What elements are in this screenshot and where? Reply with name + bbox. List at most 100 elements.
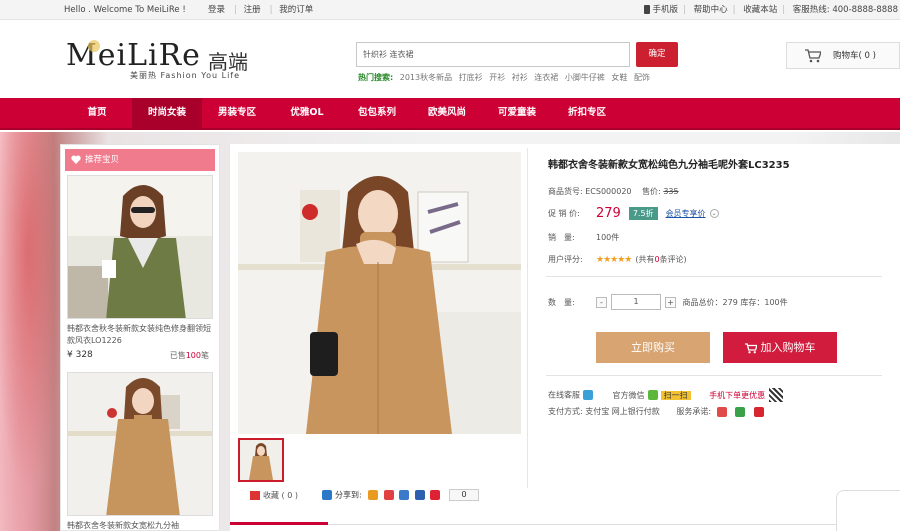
main-nav: 首页 时尚女装 男装专区 优雅OL 包包系列 欧美风尚 可爱童装 折扣专区 — [0, 98, 900, 130]
add-to-cart-button[interactable]: 加入购物车 — [723, 332, 837, 363]
product-thumbnail[interactable] — [67, 372, 213, 516]
product-thumbnail-selected[interactable] — [238, 438, 284, 482]
hot-term[interactable]: 女鞋 — [611, 73, 627, 82]
review-prefix: (共有 — [635, 255, 655, 264]
quantity-row: 数 量: -1 + 商品总价：279 库存：100件 — [548, 294, 788, 310]
nav-item-women[interactable]: 时尚女装 — [132, 98, 202, 128]
sku-label: 商品货号: — [548, 187, 583, 196]
hot-term[interactable]: 开衫 — [489, 73, 505, 82]
cart-icon — [805, 49, 821, 63]
cart-button[interactable]: 购物车( 0 ) — [786, 42, 900, 69]
cart-label: 购物车( 0 ) — [833, 51, 876, 61]
weibo-icon[interactable] — [383, 490, 394, 500]
sidebar-header: 推荐宝贝 — [65, 149, 215, 171]
product-price-row: ¥ 328 已售100笔 — [67, 350, 209, 360]
favorite-label: 收藏 — [263, 491, 279, 500]
mobile-order-link[interactable]: 手机下单更优惠 — [709, 391, 765, 400]
nav-item-men[interactable]: 男装专区 — [202, 98, 272, 128]
my-orders-link[interactable]: 我的订单 — [279, 5, 313, 15]
search-button[interactable]: 确定 — [636, 42, 678, 67]
product-sold: 已售100笔 — [169, 351, 209, 360]
nav-item-europe[interactable]: 欧美风尚 — [412, 98, 482, 128]
product-detail-panel: 收藏 ( 0 ) 分享到: 0 韩都衣舍冬装新款女宽松纯色九分袖毛呢外套LC32… — [229, 144, 900, 531]
qty-label: 数 量: — [548, 297, 575, 307]
qty-minus-button[interactable]: - — [596, 296, 607, 308]
nav-item-discount[interactable]: 折扣专区 — [552, 98, 622, 128]
payment-methods: 支付宝 网上银行付款 — [585, 407, 660, 416]
share-plus-icon[interactable] — [322, 490, 332, 500]
add-to-cart-label: 加入购物车 — [760, 341, 816, 354]
favorite-site-link[interactable]: 收藏本站 — [743, 5, 777, 15]
vip-price-link[interactable]: 会员专享价 — [666, 209, 706, 218]
heart-icon — [71, 155, 81, 164]
logo-main-text: MeiLiRe — [66, 38, 201, 73]
nav-item-home[interactable]: 首页 — [62, 98, 132, 128]
product-main-image[interactable] — [238, 152, 521, 434]
login-link[interactable]: 登录 — [208, 5, 225, 15]
service-label: 服务承诺: — [676, 407, 712, 416]
hot-term[interactable]: 衬衫 — [512, 73, 528, 82]
tab-divider — [328, 524, 900, 525]
product-price: ¥ 328 — [67, 350, 93, 360]
sales-value: 100件 — [596, 233, 620, 242]
authentic-icon — [753, 406, 764, 417]
register-link[interactable]: 注册 — [244, 5, 261, 15]
tencent-weibo-icon[interactable] — [399, 490, 410, 500]
mobile-link[interactable]: 手机版 — [653, 5, 679, 15]
sales-label: 销 量: — [548, 233, 575, 242]
recommend-sidebar: 推荐宝贝 韩都衣舍秋冬装新款女装纯色修身翻领短款风衣LO1226 ¥ 328 已… — [60, 144, 220, 531]
chevron-down-icon[interactable]: ⌄ — [709, 209, 719, 218]
sku-value: ECS000020 — [585, 187, 632, 196]
logo-star-icon — [88, 40, 100, 52]
phone-icon — [643, 5, 650, 14]
product-name[interactable]: 韩都衣舍秋冬装新款女装纯色修身翻领短款风衣LO1226 — [67, 323, 213, 347]
divider — [546, 375, 882, 376]
product-title: 韩都衣舍冬装新款女宽松纯色九分袖毛呢外套LC3235 — [548, 160, 790, 171]
recommend-product-card[interactable]: 韩都衣舍秋冬装新款女装纯色修身翻领短款风衣LO1226 ¥ 328 已售100笔 — [67, 175, 213, 360]
search-input[interactable]: 针织衫 连衣裙 — [356, 42, 630, 67]
divider — [527, 148, 528, 488]
favorite-icon — [250, 491, 260, 500]
product-thumbnail[interactable] — [67, 175, 213, 319]
promo-row: 促 销 价: 279 7.5折 会员专享价 ⌄ — [548, 206, 719, 221]
recommend-product-card[interactable]: 韩都衣舍冬装新款女宽松九分袖 — [67, 372, 213, 531]
online-service-link[interactable]: 在线客服 — [548, 391, 580, 400]
product-name[interactable]: 韩都衣舍冬装新款女宽松九分袖 — [67, 520, 213, 531]
payment-label: 支付方式: — [548, 407, 583, 416]
buy-now-button[interactable]: 立即购买 — [596, 332, 710, 363]
nav-item-bags[interactable]: 包包系列 — [342, 98, 412, 128]
hot-term[interactable]: 小脚牛仔裤 — [565, 73, 605, 82]
nav-item-kids[interactable]: 可爱童装 — [482, 98, 552, 128]
hot-term[interactable]: 2013秋冬新品 — [400, 73, 452, 82]
share-bar: 分享到: 0 — [322, 489, 479, 501]
qzone-icon[interactable] — [368, 490, 379, 500]
header: MeiLiRe 高端 美丽热 Fashion You Life 针织衫 连衣裙 … — [0, 20, 900, 98]
more-share-icon[interactable] — [430, 490, 441, 500]
help-link[interactable]: 帮助中心 — [694, 5, 728, 15]
list-price-label: 售价: — [642, 187, 661, 196]
renren-icon[interactable] — [414, 490, 425, 500]
qr-code-icon[interactable] — [769, 388, 784, 402]
wechat-scan-badge[interactable]: 扫一扫 — [660, 390, 691, 400]
divider — [546, 276, 882, 277]
favorite-button[interactable]: 收藏 ( 0 ) — [250, 490, 298, 501]
wechat-label: 官方微信 — [612, 390, 645, 400]
sku-row: 商品货号: ECS000020 售价: 335 — [548, 186, 679, 197]
tab-active-indicator — [230, 522, 328, 525]
logo-subtitle: 美丽热 Fashion You Life — [130, 71, 241, 80]
favorite-count: ( 0 ) — [281, 491, 298, 500]
logo[interactable]: MeiLiRe 高端 美丽热 Fashion You Life — [66, 38, 266, 88]
service-row: 在线客服 官方微信 扫一扫 手机下单更优惠 — [548, 388, 784, 402]
sales-row: 销 量: 100件 — [548, 232, 619, 243]
hot-term[interactable]: 打底衫 — [459, 73, 483, 82]
nav-item-ol[interactable]: 优雅OL — [272, 98, 342, 128]
payment-row: 支付方式: 支付宝 网上银行付款 服务承诺: — [548, 406, 767, 417]
hot-term[interactable]: 连衣裙 — [534, 73, 558, 82]
qty-plus-button[interactable]: + — [665, 296, 676, 308]
list-price: 335 — [663, 187, 679, 196]
discount-badge: 7.5折 — [628, 207, 658, 220]
quantity-input[interactable]: 1 — [611, 294, 661, 310]
floating-panel[interactable] — [836, 490, 900, 531]
chat-icon[interactable] — [583, 390, 593, 400]
hot-term[interactable]: 配饰 — [634, 73, 650, 82]
